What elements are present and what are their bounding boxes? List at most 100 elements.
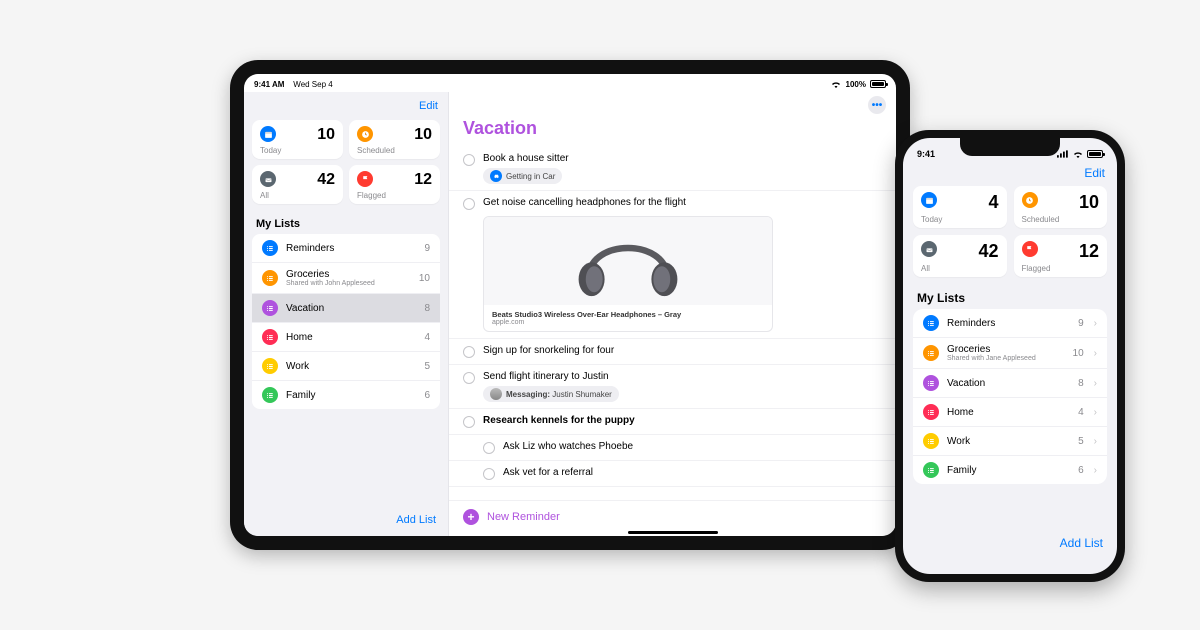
reminder-text: Book a house sitter (483, 153, 882, 164)
list-count: 8 (424, 303, 430, 314)
ipad-status-bar: 9:41 AM Wed Sep 4 100% (244, 74, 896, 92)
completion-circle[interactable] (463, 416, 475, 428)
completion-circle[interactable] (463, 372, 475, 384)
clock-icon (357, 126, 373, 142)
chevron-right-icon: › (1094, 318, 1097, 329)
list-item-vacation[interactable]: Vacation8› (913, 369, 1107, 398)
list-item-groceries[interactable]: GroceriesShared with John Appleseed10 (252, 263, 440, 294)
my-lists-header: My Lists (244, 212, 448, 234)
list-item-home[interactable]: Home4› (913, 398, 1107, 427)
smart-card-flagged[interactable]: 12 Flagged (1014, 235, 1108, 277)
list-name: Groceries (286, 269, 411, 280)
tray-icon (921, 241, 937, 257)
completion-circle[interactable] (483, 442, 495, 454)
smart-card-all[interactable]: 42All (252, 165, 343, 204)
iphone-device: 9:41 Edit 4Today10Scheduled42All12Flagge… (895, 130, 1125, 582)
status-date: Wed Sep 4 (293, 80, 332, 89)
smart-card-flagged[interactable]: 12Flagged (349, 165, 440, 204)
add-list-button[interactable]: Add List (1060, 536, 1103, 550)
ipad-sidebar: Edit 10Today10Scheduled42All12Flagged My… (244, 92, 449, 536)
reminder-tag: Messaging: Justin Shumaker (483, 386, 619, 402)
smart-card-scheduled[interactable]: 10Scheduled (349, 120, 440, 159)
avatar-icon (490, 388, 502, 400)
list-name: Family (286, 390, 416, 401)
reminder-row[interactable]: Get noise cancelling headphones for the … (449, 191, 896, 339)
list-icon (262, 300, 278, 316)
list-item-vacation[interactable]: Vacation 8 (252, 294, 440, 323)
headphones-image (484, 217, 772, 305)
reminder-subrow[interactable]: Ask vet for a referral (449, 461, 896, 487)
list-count: 9 (424, 243, 430, 254)
list-name: Vacation (947, 378, 1070, 389)
card-domain: apple.com (492, 319, 764, 326)
list-count: 10 (419, 273, 430, 284)
list-icon (923, 462, 939, 478)
list-item-family[interactable]: Family6› (913, 456, 1107, 484)
link-preview-card[interactable]: Beats Studio3 Wireless Over-Ear Headphon… (483, 216, 773, 332)
status-battery-pct: 100% (846, 80, 866, 89)
more-button[interactable]: ••• (868, 96, 886, 114)
list-name: Reminders (286, 243, 416, 254)
list-icon (923, 375, 939, 391)
calendar-icon (921, 192, 937, 208)
list-item-groceries[interactable]: GroceriesShared with Jane Appleseed10› (913, 338, 1107, 369)
smart-label: Today (921, 215, 999, 224)
list-count: 4 (424, 332, 430, 343)
list-name: Work (947, 436, 1070, 447)
clock-icon (1022, 192, 1038, 208)
list-name: Vacation (286, 303, 416, 314)
reminder-text: Send flight itinerary to Justin (483, 371, 882, 382)
list-count: 6 (424, 390, 430, 401)
new-reminder-button[interactable]: New Reminder (487, 511, 560, 523)
smart-label: Flagged (1022, 264, 1100, 273)
smart-label: Today (260, 146, 335, 155)
completion-circle[interactable] (463, 346, 475, 358)
smart-count: 12 (1079, 241, 1099, 262)
reminder-tag: Getting in Car (483, 168, 562, 184)
reminder-text: Ask vet for a referral (503, 467, 882, 478)
smart-label: Scheduled (1022, 215, 1100, 224)
flag-icon (1022, 241, 1038, 257)
list-count: 10 (1073, 348, 1084, 359)
list-icon (923, 433, 939, 449)
list-item-reminders[interactable]: Reminders 9 (252, 234, 440, 263)
edit-button[interactable]: Edit (419, 100, 438, 112)
reminder-row[interactable]: Send flight itinerary to Justin Messaging… (449, 365, 896, 409)
smart-label: All (921, 264, 999, 273)
ipad-device: 9:41 AM Wed Sep 4 100% Edit 10Today10Sch… (230, 60, 910, 550)
list-item-work[interactable]: Work5 (252, 352, 440, 381)
smart-card-today[interactable]: 10Today (252, 120, 343, 159)
list-icon (923, 345, 939, 361)
reminder-row[interactable]: Book a house sitter Getting in Car (449, 147, 896, 191)
plus-icon[interactable]: + (463, 509, 479, 525)
wifi-icon (830, 80, 842, 88)
smart-card-scheduled[interactable]: 10Scheduled (1014, 186, 1108, 228)
list-item-work[interactable]: Work 5 › (913, 427, 1107, 456)
list-item-reminders[interactable]: Reminders9› (913, 309, 1107, 338)
my-lists-header: My Lists (903, 285, 1117, 309)
completion-circle[interactable] (463, 154, 475, 166)
list-count: 6 (1078, 465, 1084, 476)
smart-card-today[interactable]: 4 Today (913, 186, 1007, 228)
list-item-home[interactable]: Home4 (252, 323, 440, 352)
reminder-row[interactable]: Sign up for snorkeling for four (449, 339, 896, 365)
list-item-family[interactable]: Family 6 (252, 381, 440, 409)
list-count: 5 (1078, 436, 1084, 447)
list-name: Work (286, 361, 416, 372)
edit-button[interactable]: Edit (1084, 166, 1105, 180)
list-subtitle: Shared with Jane Appleseed (947, 355, 1065, 362)
smart-count: 10 (414, 126, 432, 144)
flag-icon (357, 171, 373, 187)
completion-circle[interactable] (483, 468, 495, 480)
reminder-row[interactable]: Research kennels for the puppy (449, 409, 896, 435)
chevron-right-icon: › (1094, 436, 1097, 447)
reminder-subrow[interactable]: Ask Liz who watches Phoebe (449, 435, 896, 461)
list-name: Family (947, 465, 1070, 476)
smart-count: 42 (978, 241, 998, 262)
cell-signal-icon (1057, 150, 1069, 158)
completion-circle[interactable] (463, 198, 475, 210)
add-list-button[interactable]: Add List (396, 514, 436, 526)
status-time: 9:41 AM (254, 80, 284, 89)
smart-card-all[interactable]: 42 All (913, 235, 1007, 277)
smart-count: 4 (988, 192, 998, 213)
